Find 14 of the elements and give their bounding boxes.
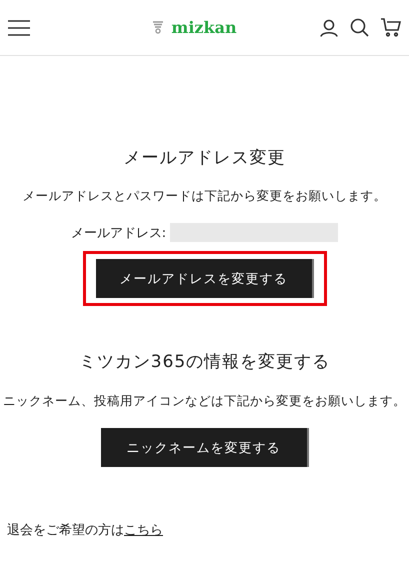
section-title: メールアドレス変更	[124, 147, 286, 169]
logo-icon	[153, 21, 164, 34]
description: メールアドレスとパスワードは下記から変更をお願いします。	[22, 188, 386, 205]
search-icon[interactable]	[350, 18, 369, 37]
change-email-button[interactable]: メールアドレスを変更する	[96, 259, 314, 298]
description: ニックネーム、投稿用アイコンなどは下記から変更をお願いします。	[3, 393, 406, 410]
cart-icon[interactable]	[381, 18, 401, 37]
withdraw-text: 退会をご希望の方はこちら	[7, 522, 164, 539]
section-title: ミツカン365の情報を変更する	[78, 351, 330, 373]
withdraw-link[interactable]: こちら	[124, 523, 163, 538]
menu-icon[interactable]	[8, 20, 30, 36]
email-label: メールアドレス:	[70, 224, 166, 242]
user-icon[interactable]	[320, 18, 338, 36]
change-nickname-button[interactable]: ニックネームを変更する	[100, 428, 308, 467]
